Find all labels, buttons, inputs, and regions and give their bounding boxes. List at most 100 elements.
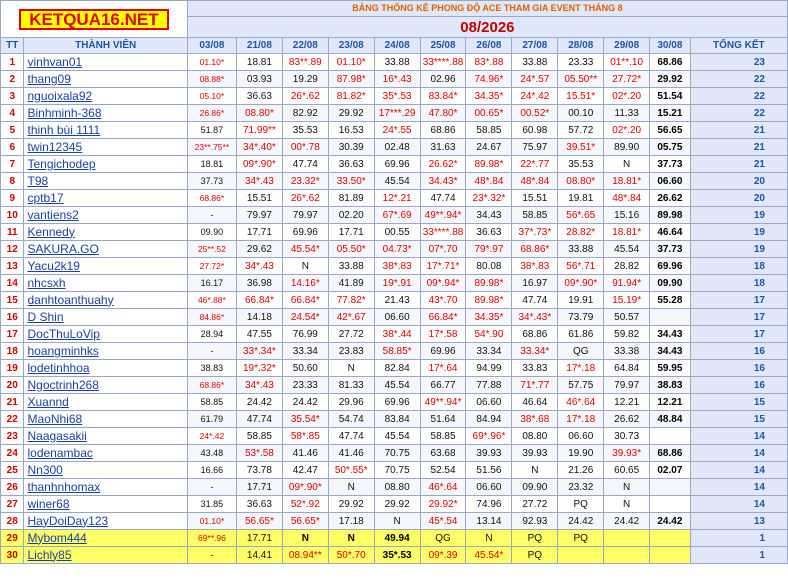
score-cell: 13.14 <box>465 512 513 530</box>
score-cell: - <box>186 342 237 360</box>
member-link[interactable]: lodenambac <box>23 444 188 462</box>
member-link[interactable]: Lichly85 <box>23 546 188 564</box>
table-row: 7 Tengichodep 18.81 09*.90* 47.74 36.63 69.96 2… <box>0 155 788 173</box>
member-link[interactable]: Binhminh-368 <box>23 104 188 122</box>
score-cell: 09.90 <box>649 274 691 292</box>
member-link[interactable]: MaoNhi68 <box>23 410 188 428</box>
score-cell: 24*.57 <box>511 70 559 88</box>
score-cell: 05.10* <box>186 87 237 105</box>
score-cell: 45.54 <box>603 240 651 258</box>
member-link[interactable]: Nn300 <box>23 461 188 479</box>
site-logo[interactable]: KETQUA16.NET <box>19 8 169 30</box>
member-link[interactable]: vinhvan01 <box>23 53 188 71</box>
score-cell: 09*.39 <box>419 546 467 564</box>
member-link[interactable]: winer68 <box>23 495 188 513</box>
score-cell: 18.81* <box>603 223 651 241</box>
member-link[interactable]: Xuannd <box>23 393 188 411</box>
member-link[interactable]: thang09 <box>23 70 188 88</box>
total-cell: 16 <box>689 359 788 377</box>
header-date: 26/08 <box>465 37 513 54</box>
table-row: 17 DocThuLoVip 28.94 47.55 76.99 27.72 38*.44 1… <box>0 325 788 343</box>
score-cell: 14.41 <box>235 546 283 564</box>
member-link[interactable]: HayDoiDay123 <box>23 512 188 530</box>
score-cell: 24.42 <box>603 512 651 530</box>
score-cell: 63.68 <box>419 444 467 462</box>
member-link[interactable]: hoangminhks <box>23 342 188 360</box>
score-cell: 34.35* <box>465 308 513 326</box>
member-link[interactable]: nguoixala92 <box>23 87 188 105</box>
row-number: 26 <box>0 478 25 496</box>
member-link[interactable]: lodetinhhoa <box>23 359 188 377</box>
score-cell: 09*.90* <box>557 274 605 292</box>
score-cell: 71.99** <box>235 121 283 139</box>
score-cell: 69.96 <box>419 342 467 360</box>
total-cell: 14 <box>689 444 788 462</box>
score-cell: 66.84* <box>235 291 283 309</box>
score-cell: 48.84 <box>649 410 691 428</box>
header-total: TỔNG KẾT <box>689 37 788 54</box>
member-link[interactable]: thanhnhomax <box>23 478 188 496</box>
table-row: 18 hoangminhks -33*.34* 33.34 23.83 58.85* 69.… <box>0 342 788 360</box>
score-cell: 27.72* <box>603 70 651 88</box>
row-number: 2 <box>0 70 25 88</box>
score-cell: 46*.64 <box>557 393 605 411</box>
score-cell: 19*.91 <box>373 274 421 292</box>
score-cell: 09.90 <box>511 478 559 496</box>
score-cell: 60.65 <box>603 461 651 479</box>
score-cell: 41.89 <box>327 274 375 292</box>
score-cell: 68.86* <box>186 376 237 394</box>
score-cell: 34*.43 <box>235 172 283 190</box>
score-cell: 66.84* <box>419 308 467 326</box>
member-link[interactable]: Ngoctrinh268 <box>23 376 188 394</box>
score-cell: 29.92 <box>373 495 421 513</box>
score-cell: 19*.32* <box>235 359 283 377</box>
total-cell: 23 <box>689 53 788 71</box>
member-link[interactable]: Yacu2k19 <box>23 257 188 275</box>
score-cell: 82.84 <box>373 359 421 377</box>
header-date: 27/08 <box>511 37 559 54</box>
score-cell: N <box>603 478 651 496</box>
score-cell: 28.82* <box>557 223 605 241</box>
score-cell: 89.90 <box>603 138 651 156</box>
member-link[interactable]: D Shin <box>23 308 188 326</box>
total-cell: 22 <box>689 87 788 105</box>
score-cell: 69.96 <box>373 155 421 173</box>
score-cell: 34.35* <box>465 87 513 105</box>
member-link[interactable]: cptb17 <box>23 189 188 207</box>
member-link[interactable]: danhtoanthuahy <box>23 291 188 309</box>
member-link[interactable]: SAKURA.GO <box>23 240 188 258</box>
member-link[interactable]: nhcsxh <box>23 274 188 292</box>
score-cell: 57.75 <box>557 376 605 394</box>
member-link[interactable]: T98 <box>23 172 188 190</box>
score-cell: N <box>327 359 375 377</box>
score-cell: 19.91 <box>557 291 605 309</box>
score-cell: N <box>511 461 559 479</box>
score-cell: - <box>186 206 237 224</box>
member-link[interactable]: Tengichodep <box>23 155 188 173</box>
score-cell: 05.50** <box>557 70 605 88</box>
score-cell: 36.63 <box>235 495 283 513</box>
table-row: 24 lodenambac 43.48 53*.58 41.46 41.46 70.75 63… <box>0 444 788 462</box>
score-cell: 39.51* <box>557 138 605 156</box>
score-cell: 23**.75** <box>186 138 237 156</box>
score-cell: 58.85 <box>465 121 513 139</box>
member-link[interactable]: twin12345 <box>23 138 188 156</box>
score-cell: 08.80 <box>373 478 421 496</box>
score-cell: 16.53 <box>327 121 375 139</box>
member-link[interactable]: DocThuLoVip <box>23 325 188 343</box>
row-number: 19 <box>0 359 25 377</box>
score-cell: 33****.88 <box>419 53 467 71</box>
score-cell: 31.85 <box>186 495 237 513</box>
score-cell: 77.82* <box>327 291 375 309</box>
member-link[interactable]: Naagasakii <box>23 427 188 445</box>
score-cell: 68.86 <box>649 53 691 71</box>
score-cell: 56*.65 <box>557 206 605 224</box>
score-cell: 25**.52 <box>186 240 237 258</box>
score-cell: 82.92 <box>281 104 329 122</box>
score-cell: 16.17 <box>186 274 237 292</box>
member-link[interactable]: thinh bùi 1111 <box>23 121 188 139</box>
member-link[interactable]: Kennedy <box>23 223 188 241</box>
member-link[interactable]: vantiens2 <box>23 206 188 224</box>
member-link[interactable]: Mybom444 <box>23 529 188 547</box>
table-row: 23 Naagasakii 24*.42 58.85 58*.85 47.74 45.54 5… <box>0 427 788 445</box>
